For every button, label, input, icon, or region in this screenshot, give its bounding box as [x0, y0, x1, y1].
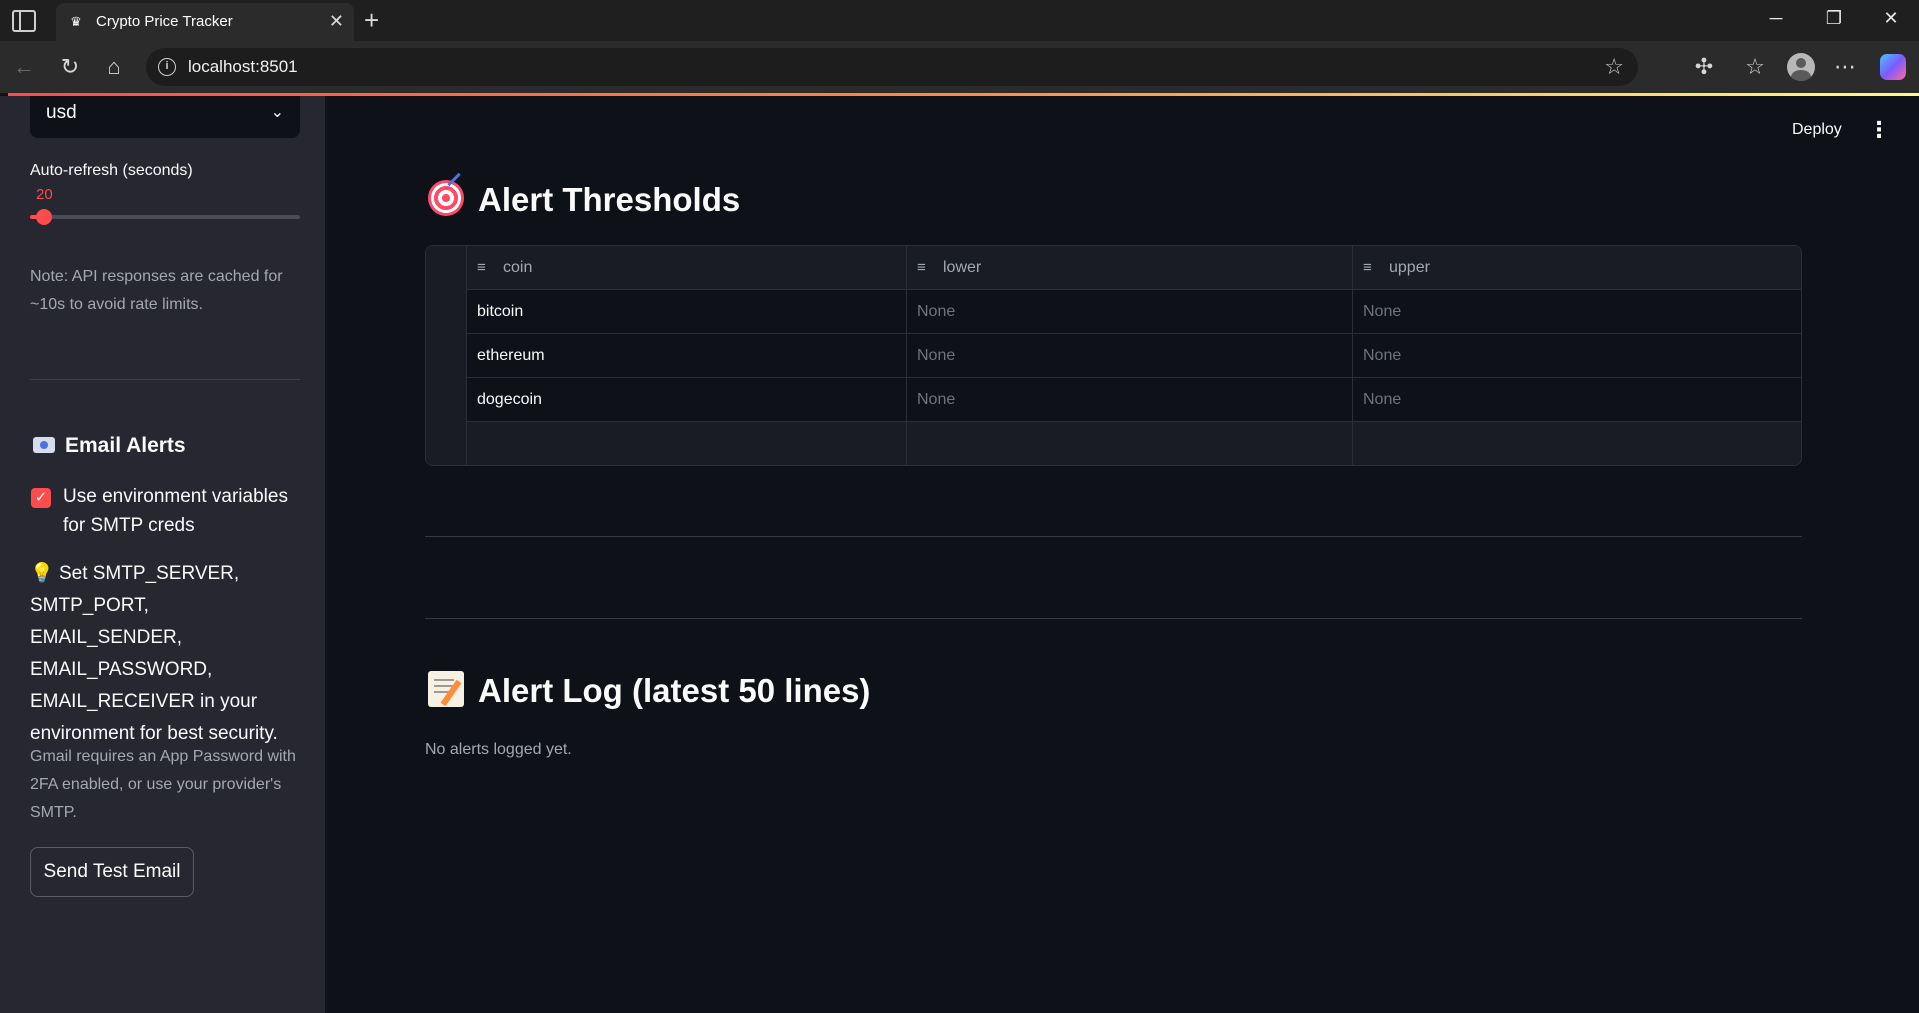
home-icon[interactable]: ⌂: [100, 53, 128, 81]
env-checkbox-label[interactable]: Use environment variables for SMTP creds: [63, 482, 303, 540]
memo-icon: [428, 671, 464, 707]
site-info-icon[interactable]: i: [158, 58, 176, 76]
row-index[interactable]: [426, 290, 467, 334]
new-cell-coin[interactable]: [467, 422, 907, 465]
alert-log-title: Alert Log (latest 50 lines): [478, 672, 871, 709]
thresholds-table[interactable]: ≡ coin ≡ lower ≡ upper bitcoin None None et…: [425, 245, 1802, 466]
table-row[interactable]: bitcoin None None: [426, 290, 1801, 334]
email-icon: [33, 437, 55, 453]
table-row[interactable]: ethereum None None: [426, 334, 1801, 378]
copilot-icon[interactable]: [1880, 54, 1906, 80]
deploy-button[interactable]: Deploy: [1792, 121, 1842, 139]
column-header-label: coin: [503, 259, 533, 276]
thresholds-heading: Alert Thresholds: [428, 180, 740, 219]
cell-coin[interactable]: ethereum: [467, 334, 907, 378]
restore-icon[interactable]: ❐: [1819, 8, 1849, 29]
new-cell-upper[interactable]: [1353, 422, 1801, 465]
new-tab-icon[interactable]: +: [364, 5, 379, 36]
cell-upper[interactable]: None: [1353, 334, 1801, 378]
browser-toolbar: ← ↻ ⌂ i localhost:8501 ☆ ✣ ☆ ⋯: [0, 41, 1919, 93]
edit-column-icon: ≡: [917, 259, 926, 276]
cell-coin[interactable]: dogecoin: [467, 378, 907, 422]
cache-note: Note: API responses are cached for ~10s …: [30, 268, 283, 313]
add-row[interactable]: [426, 422, 1801, 465]
refresh-slider-track[interactable]: [30, 215, 300, 219]
crown-icon: ♛: [70, 14, 82, 29]
url-text[interactable]: localhost:8501: [188, 57, 298, 77]
refresh-slider-thumb[interactable]: [36, 209, 53, 225]
refresh-label: Auto-refresh (seconds): [30, 162, 193, 179]
cell-upper[interactable]: None: [1353, 290, 1801, 334]
alert-log-empty: No alerts logged yet.: [425, 741, 572, 758]
smtp-tip-text: Set SMTP_SERVER, SMTP_PORT, EMAIL_SENDER…: [30, 563, 278, 744]
back-icon[interactable]: ←: [10, 53, 38, 81]
column-header-label: upper: [1389, 259, 1430, 276]
section-divider: [425, 536, 1802, 537]
extensions-icon[interactable]: ✣: [1690, 54, 1718, 80]
tab-close-icon[interactable]: ✕: [329, 11, 344, 32]
new-cell-lower[interactable]: [907, 422, 1353, 465]
profile-avatar-icon[interactable]: [1787, 53, 1815, 81]
table-header: ≡ coin ≡ lower ≡ upper: [426, 246, 1801, 290]
column-header-lower[interactable]: ≡ lower: [907, 246, 1353, 290]
section-divider: [425, 618, 1802, 619]
column-header-upper[interactable]: ≡ upper: [1353, 246, 1801, 290]
send-test-email-button[interactable]: Send Test Email: [30, 847, 194, 897]
chevron-down-icon: ⌄: [270, 104, 284, 121]
cell-lower[interactable]: None: [907, 290, 1353, 334]
cell-lower[interactable]: None: [907, 334, 1353, 378]
alert-log-heading: Alert Log (latest 50 lines): [428, 671, 870, 710]
refresh-slider-value: 20: [36, 186, 53, 203]
column-header-label: lower: [943, 259, 982, 276]
target-icon: [428, 180, 464, 216]
reload-icon[interactable]: ↻: [56, 53, 84, 81]
env-checkbox[interactable]: ✓: [31, 488, 51, 508]
lightbulb-icon: 💡: [30, 563, 54, 584]
cell-coin[interactable]: bitcoin: [467, 290, 907, 334]
sidebar-toggle-icon[interactable]: [12, 10, 36, 32]
email-alerts-title: Email Alerts: [65, 434, 186, 457]
cell-lower[interactable]: None: [907, 378, 1353, 422]
row-index[interactable]: [426, 378, 467, 422]
tab-title: Crypto Price Tracker: [96, 13, 233, 30]
address-bar[interactable]: i localhost:8501 ☆: [146, 48, 1638, 86]
email-alerts-heading: Email Alerts: [33, 434, 186, 458]
sidebar: usd ⌄ Auto-refresh (seconds) 20 Note: AP…: [0, 96, 325, 1013]
currency-select-value: usd: [46, 102, 77, 123]
row-index: [426, 422, 467, 465]
currency-select[interactable]: usd ⌄: [30, 96, 300, 138]
more-icon[interactable]: ⋯: [1831, 54, 1859, 80]
browser-tab[interactable]: ♛ Crypto Price Tracker ✕: [56, 3, 354, 41]
favorites-icon[interactable]: ☆: [1741, 54, 1769, 80]
edit-column-icon: ≡: [1363, 259, 1372, 276]
sidebar-divider: [30, 379, 300, 380]
smtp-tip: 💡 Set SMTP_SERVER, SMTP_PORT, EMAIL_SEND…: [30, 558, 300, 750]
column-header-coin[interactable]: ≡ coin: [467, 246, 907, 290]
thresholds-title: Alert Thresholds: [478, 181, 741, 218]
row-index[interactable]: [426, 334, 467, 378]
bookmark-star-icon[interactable]: ☆: [1604, 54, 1624, 80]
minimize-icon[interactable]: ─: [1761, 8, 1791, 29]
row-index-header: [426, 246, 467, 290]
edit-column-icon: ≡: [477, 259, 486, 276]
close-icon[interactable]: ✕: [1876, 8, 1906, 29]
browser-tab-bar: ♛ Crypto Price Tracker ✕ + ─ ❐ ✕: [0, 0, 1919, 41]
table-row[interactable]: dogecoin None None: [426, 378, 1801, 422]
gmail-note: Gmail requires an App Password with 2FA …: [30, 748, 296, 821]
cell-upper[interactable]: None: [1353, 378, 1801, 422]
main-menu-icon[interactable]: ⋮: [1868, 117, 1890, 143]
